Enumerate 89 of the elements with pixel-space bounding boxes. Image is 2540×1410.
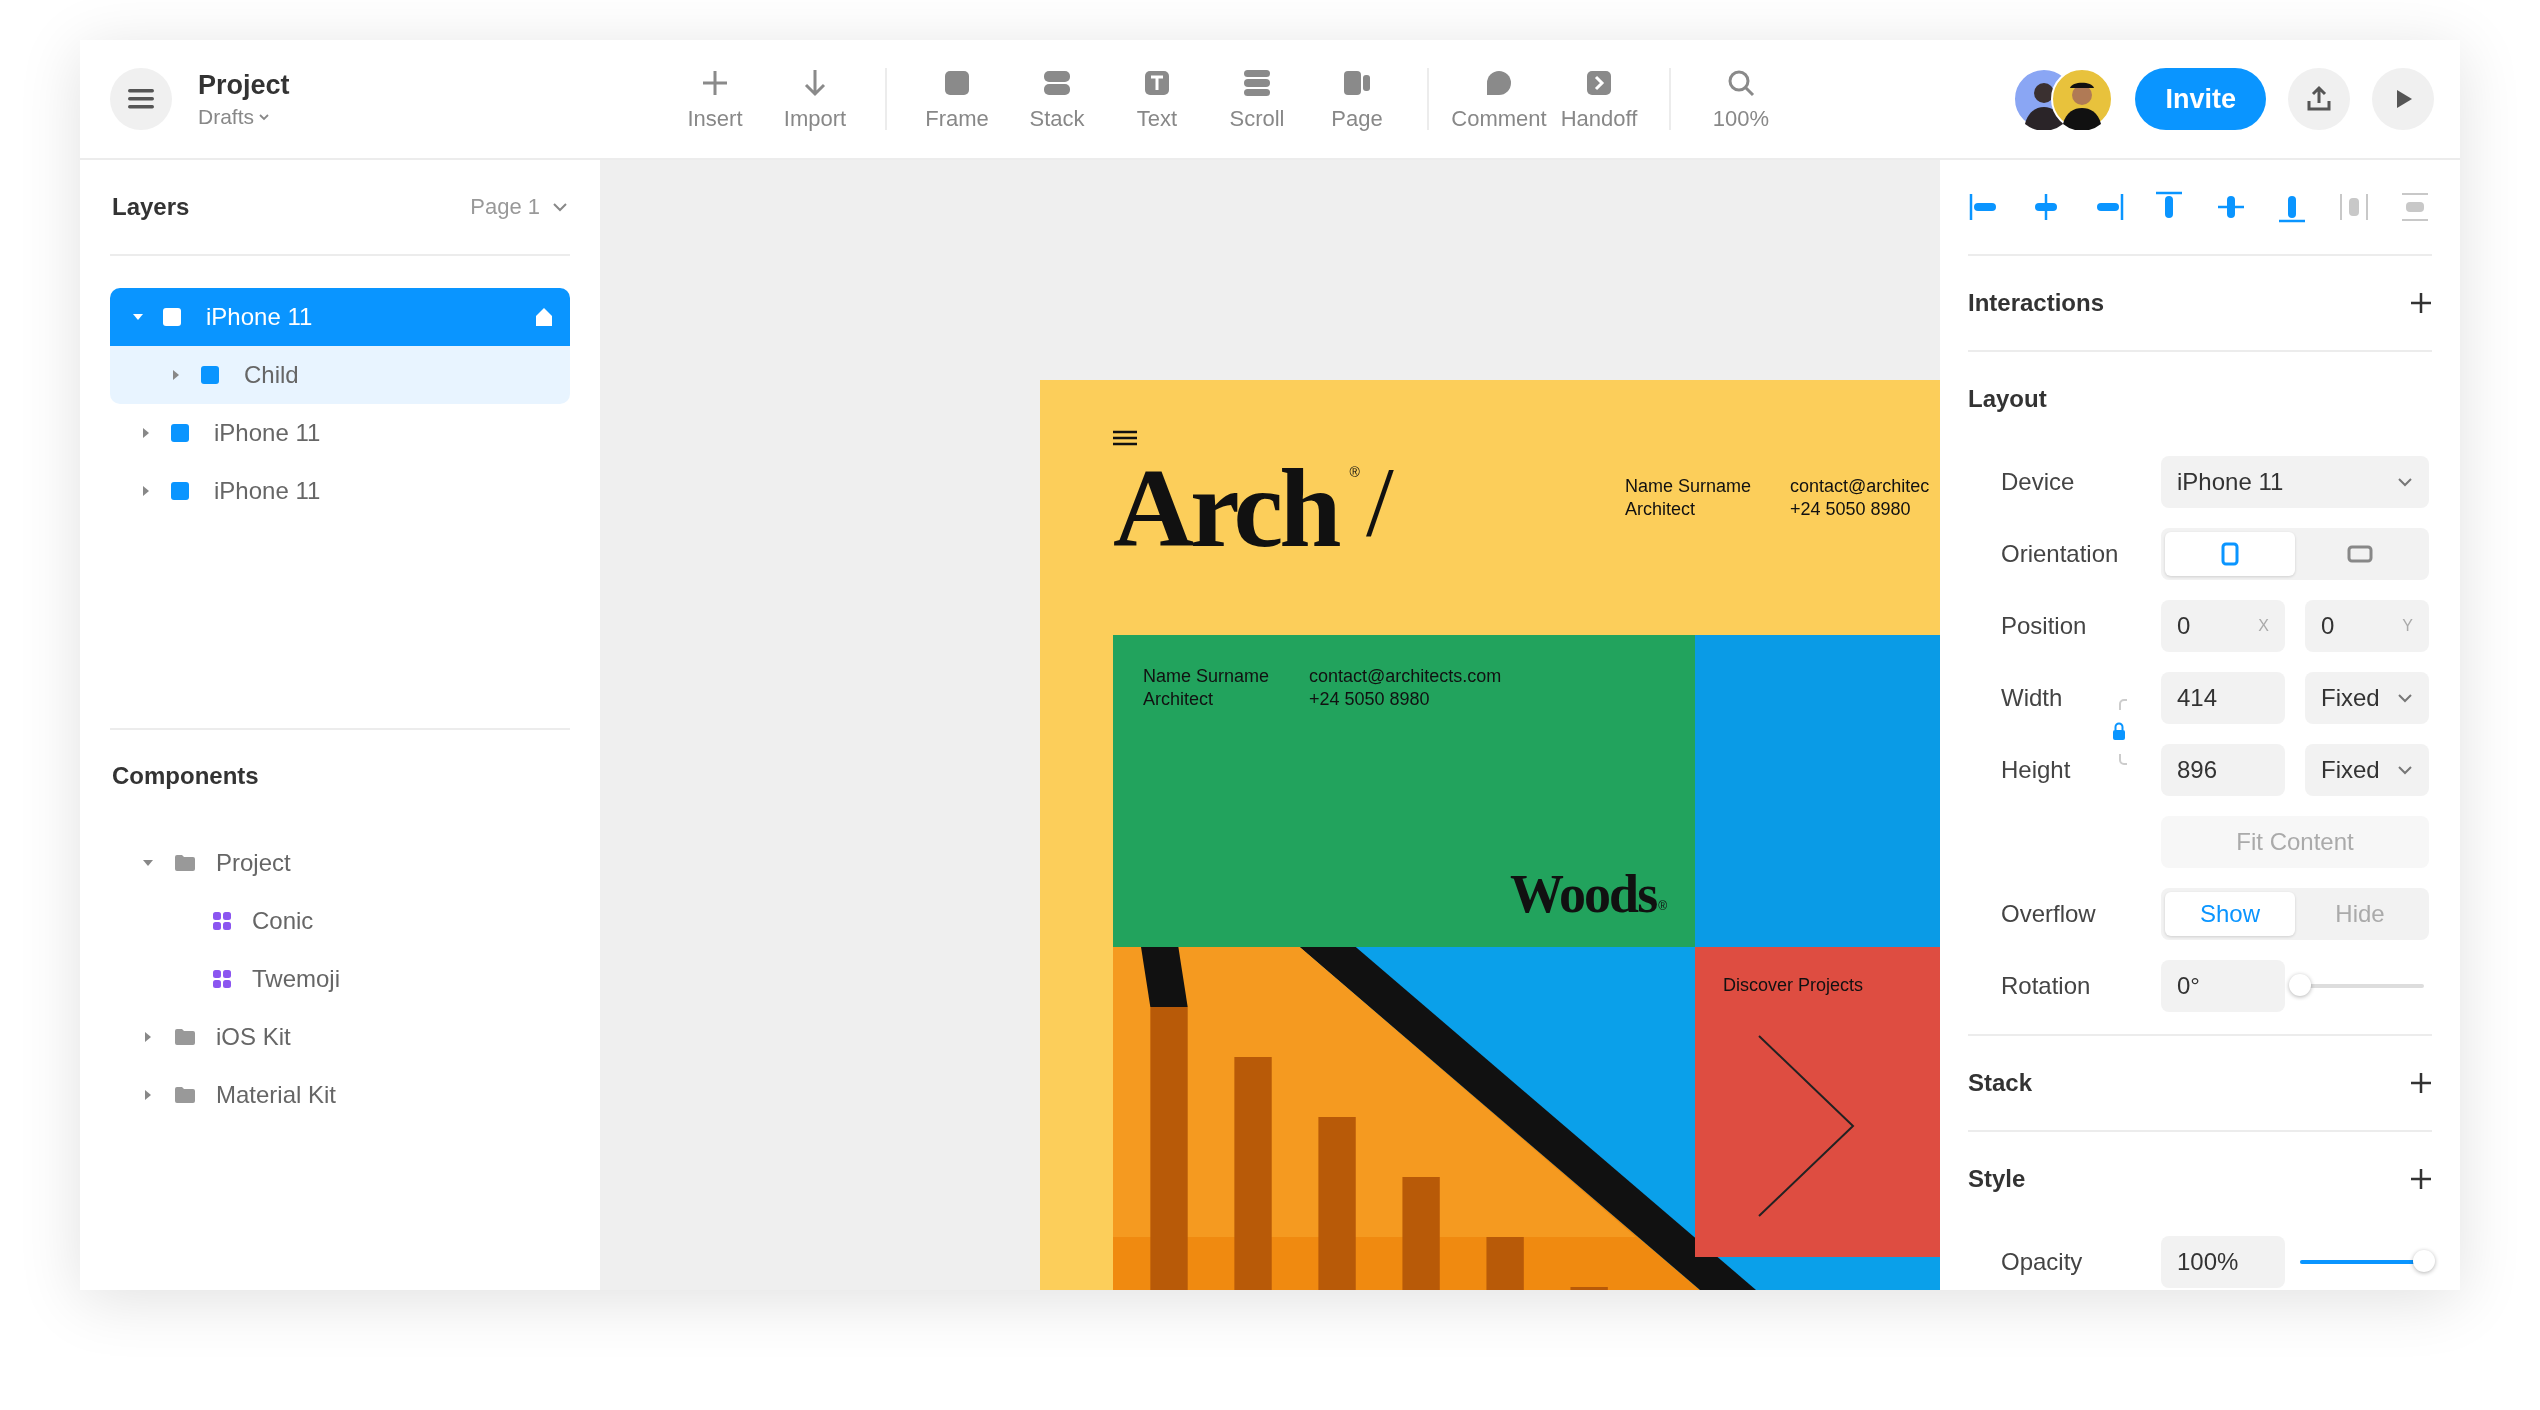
promo-card[interactable]: Discover Projects — [1695, 947, 1940, 1257]
page-dropdown[interactable]: Page 1 — [470, 194, 568, 220]
page-tool[interactable]: Page — [1307, 66, 1407, 132]
width-mode-dropdown[interactable]: Fixed — [2305, 672, 2429, 724]
rotation-field[interactable]: 0° — [2161, 960, 2285, 1012]
chevron-icon — [552, 202, 568, 212]
height-field[interactable]: 896 — [2161, 744, 2285, 796]
frame-icon — [170, 423, 190, 443]
contact-text: Name Surname — [1625, 475, 1753, 498]
contact-text: contact@architects.com — [1309, 665, 1502, 688]
component-folder[interactable]: Project — [110, 834, 570, 892]
interactions-heading: Interactions — [1968, 289, 2105, 317]
chevron-icon — [2397, 765, 2413, 775]
property-label: Orientation — [2001, 540, 2120, 568]
frame-icon — [162, 307, 182, 327]
component-item[interactable]: Twemoji — [110, 950, 570, 1008]
device-dropdown[interactable]: iPhone 11 — [2161, 456, 2429, 508]
layers-heading: Layers — [112, 193, 190, 221]
artboard[interactable]: Arch®/ Name Surname Architect contact@architec +24 5050 8980 Name Surname Architect contact@architects.com +24 5050 8980 Woods® Discover Projects — [1040, 380, 1940, 1290]
registered-mark: ® — [1349, 464, 1360, 480]
contact-text: Name Surname — [1143, 665, 1271, 688]
contact-text: Architect — [1625, 497, 1697, 520]
scroll-tool[interactable]: Scroll — [1207, 66, 1307, 132]
property-label: Position — [2001, 612, 2088, 640]
height-mode-dropdown[interactable]: Fixed — [2305, 744, 2429, 796]
property-label: Opacity — [2001, 1248, 2084, 1276]
drafts-dropdown[interactable]: Drafts — [198, 104, 290, 129]
layer-item[interactable]: iPhone 11 — [110, 288, 570, 346]
chevron-icon — [1757, 1034, 1857, 1218]
contact-text: +24 5050 8980 — [1790, 497, 1912, 520]
width-field[interactable]: 414 — [2161, 672, 2285, 724]
layer-item[interactable]: iPhone 11 — [110, 404, 570, 462]
overflow-option[interactable]: Show — [2165, 892, 2295, 936]
zoom-tool[interactable]: 100% — [1691, 66, 1791, 132]
phone-icon — [2347, 545, 2373, 563]
components-heading: Components — [112, 762, 259, 790]
contact-text: Architect — [1143, 687, 1215, 710]
frame-icon — [200, 365, 220, 385]
layer-item[interactable]: Child — [110, 346, 570, 404]
component-icon — [212, 969, 232, 989]
chevron-icon — [2397, 477, 2413, 487]
folder-icon — [174, 854, 196, 872]
share-icon — [2305, 85, 2333, 113]
text-tool[interactable]: Text — [1107, 66, 1207, 132]
menu-icon — [128, 88, 154, 110]
property-label: Width — [2001, 684, 2064, 712]
chevron-icon — [2397, 693, 2413, 703]
property-label: Height — [2001, 756, 2072, 784]
menu-icon — [1113, 430, 1137, 446]
phone-icon — [2221, 542, 2239, 566]
y-field[interactable]: 0 Y — [2305, 600, 2429, 652]
component-folder[interactable]: iOS Kit — [110, 1008, 570, 1066]
component-item[interactable]: Conic — [110, 892, 570, 950]
folder-icon — [174, 1028, 196, 1046]
portrait-option[interactable] — [2165, 532, 2295, 576]
folder-icon — [174, 1086, 196, 1104]
component-folder[interactable]: Material Kit — [110, 1066, 570, 1124]
style-heading: Style — [1968, 1165, 2026, 1193]
property-label: Overflow — [2001, 900, 2097, 928]
registered-mark: ® — [1658, 899, 1667, 913]
add-icon[interactable] — [2410, 1072, 2432, 1094]
avatar[interactable] — [2051, 68, 2114, 130]
home-icon — [534, 307, 554, 327]
layout-heading: Layout — [1968, 385, 2047, 413]
opacity-field[interactable]: 100% — [2161, 1236, 2285, 1288]
comment-tool[interactable]: Comment — [1449, 66, 1549, 132]
frame-tool[interactable]: Frame — [907, 66, 1007, 132]
import-tool[interactable]: Import — [765, 66, 865, 132]
add-icon[interactable] — [2410, 292, 2432, 314]
contact-text: contact@architec — [1790, 475, 1930, 498]
component-icon — [212, 911, 232, 931]
property-label: Device — [2001, 468, 2076, 496]
chevron-icon — [258, 112, 270, 121]
arch-logo: Arch — [1113, 452, 1338, 564]
contact-text: +24 5050 8980 — [1309, 687, 1431, 710]
frame-icon — [170, 481, 190, 501]
handoff-tool[interactable]: Handoff — [1549, 66, 1649, 132]
x-field[interactable]: 0 X — [2161, 600, 2285, 652]
invite-button[interactable]: Invite — [2135, 68, 2266, 130]
promo-text: Discover Projects — [1723, 975, 1865, 996]
add-icon[interactable] — [2410, 1168, 2432, 1190]
property-label: Rotation — [2001, 972, 2092, 1000]
project-title: Project — [198, 69, 290, 101]
layer-item[interactable]: iPhone 11 — [110, 462, 570, 520]
woods-logo: Woods — [1510, 867, 1657, 921]
insert-tool[interactable]: Insert — [665, 66, 765, 132]
stack-heading: Stack — [1968, 1069, 2033, 1097]
stack-tool[interactable]: Stack — [1007, 66, 1107, 132]
logo-slash: / — [1365, 452, 1394, 552]
